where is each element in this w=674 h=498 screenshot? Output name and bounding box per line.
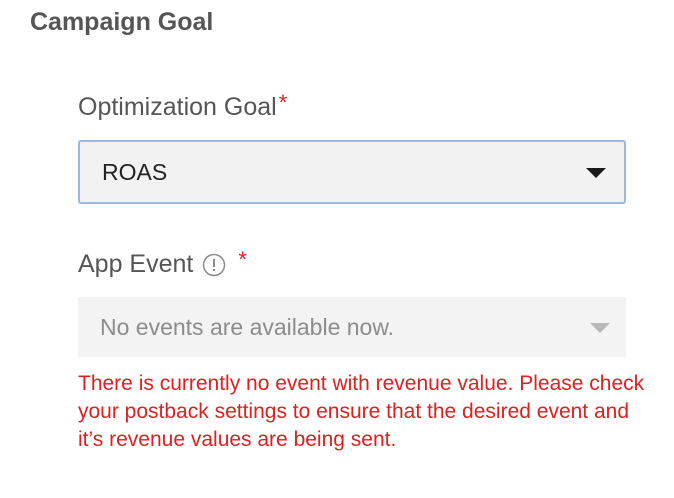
app-event-label-text: App Event	[78, 250, 194, 278]
caret-down-icon	[590, 323, 610, 333]
app-event-select: No events are available now.	[78, 297, 626, 357]
optimization-goal-label: Optimization Goal *	[78, 89, 288, 122]
app-event-label: App Event *	[78, 246, 247, 279]
optimization-goal-selected-value: ROAS	[102, 158, 168, 185]
caret-down-icon	[586, 168, 606, 178]
optimization-goal-label-text: Optimization Goal	[78, 93, 277, 121]
section-title: Campaign Goal	[30, 8, 214, 36]
required-marker: *	[238, 246, 247, 272]
optimization-goal-select[interactable]: ROAS	[78, 140, 626, 204]
info-circle-icon[interactable]	[202, 253, 226, 277]
app-event-error-message: There is currently no event with revenue…	[78, 372, 645, 451]
app-event-placeholder: No events are available now.	[100, 313, 395, 340]
required-marker: *	[278, 89, 288, 115]
